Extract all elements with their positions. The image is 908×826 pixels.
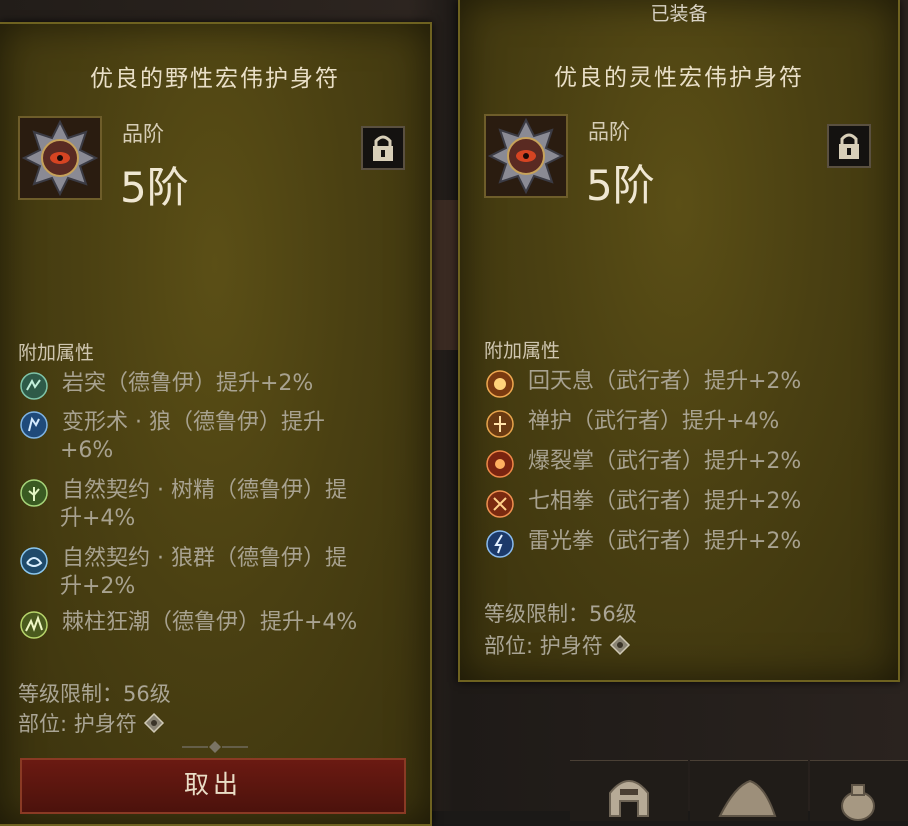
lock-icon	[839, 133, 859, 159]
affix-row: 七相拳（武行者）提升+2%	[486, 488, 801, 518]
affix-text: 禅护（武行者）提升+4%	[528, 409, 780, 434]
affix-text: 自然契约 · 狼群（德鲁伊）提	[62, 546, 347, 571]
wolf-pack-pact-icon	[20, 547, 48, 575]
take-out-button[interactable]: 取出	[20, 758, 406, 814]
lock-icon	[373, 135, 393, 161]
zen-guard-icon	[486, 410, 514, 438]
slot-info: 部位: 护身符	[484, 630, 631, 660]
affix-section-header: 附加属性	[18, 342, 95, 364]
burst-palm-icon	[486, 450, 514, 478]
slot-text: 部位: 护身符	[484, 634, 603, 658]
affix-row: 棘柱狂潮（德鲁伊）提升+4%	[20, 609, 357, 639]
affix-row-continuation: +6%	[20, 437, 113, 467]
affix-text: 棘柱狂潮（德鲁伊）提升+4%	[62, 610, 358, 635]
affix-row: 禅护（武行者）提升+4%	[486, 408, 779, 438]
bag-icon	[841, 784, 875, 821]
treant-pact-icon	[20, 479, 48, 507]
affix-text: +6%	[60, 438, 114, 463]
affix-text: 升+2%	[60, 574, 136, 599]
scroll-tab[interactable]	[690, 760, 808, 821]
affix-row: 回天息（武行者）提升+2%	[486, 368, 801, 398]
affix-row: 雷光拳（武行者）提升+2%	[486, 528, 801, 558]
grade-value: 5阶	[120, 163, 189, 212]
affix-row: 自然契约 · 狼群（德鲁伊）提	[20, 545, 347, 575]
item-title: 优良的野性宏伟护身符	[90, 66, 340, 92]
revival-breath-icon	[486, 370, 514, 398]
helmet-tab[interactable]	[570, 760, 688, 821]
affix-text: 爆裂掌（武行者）提升+2%	[528, 449, 802, 474]
affix-row: 岩突（德鲁伊）提升+2%	[20, 370, 313, 400]
slot-text: 部位: 护身符	[18, 712, 137, 736]
affix-row-continuation: 升+4%	[20, 505, 135, 535]
background-detail	[430, 200, 460, 350]
rock-spike-icon	[20, 372, 48, 400]
seven-fist-icon	[486, 490, 514, 518]
grade-value: 5阶	[586, 161, 655, 210]
equipped-label: 已装备	[650, 3, 708, 25]
item-icon-frame	[484, 114, 568, 198]
level-requirement: 等级限制：56级	[18, 682, 171, 706]
affix-text: 雷光拳（武行者）提升+2%	[528, 529, 802, 554]
item-title: 优良的灵性宏伟护身符	[554, 65, 804, 91]
thunder-fist-icon	[486, 530, 514, 558]
diamond-slot-icon	[609, 634, 630, 656]
werewolf-shapeshift-icon	[20, 411, 48, 439]
scroll-icon	[718, 779, 777, 817]
grade-label: 品阶	[122, 122, 164, 146]
affix-text: 升+4%	[60, 506, 136, 531]
helmet-icon	[609, 780, 649, 817]
amulet-icon	[487, 117, 565, 195]
affix-row: 爆裂掌（武行者）提升+2%	[486, 448, 801, 478]
diamond-slot-icon	[143, 712, 164, 734]
bag-tab[interactable]	[810, 760, 908, 821]
item-icon-frame	[18, 116, 102, 200]
slot-info: 部位: 护身符	[18, 708, 165, 738]
affix-text: 回天息（武行者）提升+2%	[528, 369, 802, 394]
grade-label: 品阶	[588, 120, 630, 144]
right-item-tooltip-equipped: 已装备 优良的灵性宏伟护身符 品阶 5阶 附加属性 回天息（武行者）提升+2% …	[458, 0, 900, 682]
thorn-tide-icon	[20, 611, 48, 639]
affix-section-header: 附加属性	[484, 340, 561, 362]
affix-text: 七相拳（武行者）提升+2%	[528, 489, 802, 514]
affix-row-continuation: 升+2%	[20, 573, 135, 603]
divider-ornament	[182, 741, 248, 753]
lock-button[interactable]	[827, 124, 871, 168]
lock-button[interactable]	[361, 126, 405, 170]
affix-text: 自然契约 · 树精（德鲁伊）提	[62, 478, 347, 503]
amulet-icon	[21, 119, 99, 197]
level-requirement: 等级限制：56级	[484, 602, 637, 626]
affix-row: 变形术 · 狼（德鲁伊）提升	[20, 409, 325, 439]
affix-text: 岩突（德鲁伊）提升+2%	[62, 371, 314, 396]
affix-text: 变形术 · 狼（德鲁伊）提升	[62, 410, 325, 435]
affix-row: 自然契约 · 树精（德鲁伊）提	[20, 477, 347, 507]
left-item-tooltip: 优良的野性宏伟护身符 品阶 5阶 附加属性 岩突（德鲁伊）提升+2% 变形术 ·…	[0, 22, 432, 826]
